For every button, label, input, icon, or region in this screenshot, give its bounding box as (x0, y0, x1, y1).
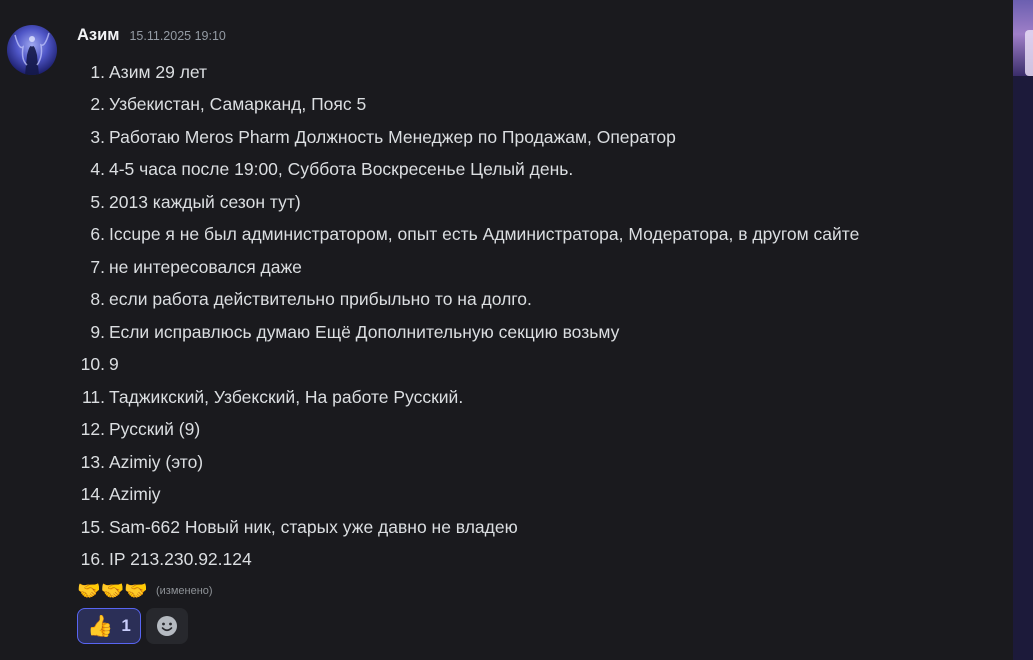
list-item-number: 14. (80, 484, 105, 505)
list-item-number: 5. (90, 191, 105, 212)
handshake-emojis: 🤝🤝🤝 (77, 580, 148, 602)
avatar-image (14, 32, 50, 75)
list-item-text: Азим 29 лет (109, 61, 208, 82)
list-item: 5. 2013 каждый сезон тут) (77, 186, 859, 219)
list-item: 16. IP 213.230.92.124 (77, 544, 859, 577)
list-item-text: Узбекистан, Самарканд, Пояс 5 (109, 94, 367, 115)
list-item-number: 10. (80, 354, 105, 375)
list-item-number: 13. (80, 451, 105, 472)
list-item: 14. Azimiy (77, 479, 859, 512)
list-item-text: если работа действительно прибыльно то н… (109, 289, 532, 310)
list-item-text: 2013 каждый сезон тут) (109, 191, 301, 212)
reaction-count: 1 (121, 616, 131, 635)
avatar[interactable] (7, 25, 57, 75)
list-item: 4. 4-5 часа после 19:00, Суббота Воскресе… (77, 154, 859, 187)
list-item: 6. Iccupe я не был администратором, опыт … (77, 219, 859, 252)
list-item-number: 3. (90, 126, 105, 147)
smile-face-icon (157, 616, 177, 636)
username[interactable]: Азим (77, 26, 119, 45)
list-item: 1. Азим 29 лет (77, 56, 859, 89)
list-item-number: 11. (81, 386, 105, 407)
message-header: Азим 15.11.2025 19:10 (77, 26, 226, 45)
list-item-text: Таджикский, Узбекский, На работе Русский… (109, 386, 464, 407)
list-item: 13. Azimiy (это) (77, 446, 859, 479)
list-item: 9. Если исправлюсь думаю Ещё Дополнительн… (77, 316, 859, 349)
list-item-text: Iccupe я не был администратором, опыт ес… (109, 224, 860, 245)
right-panel-image (1013, 0, 1033, 76)
list-item-text: Azimiy (109, 484, 161, 505)
list-item-text: Sam-662 Новый ник, старых уже давно не в… (109, 516, 518, 537)
right-panel-edge (1013, 0, 1033, 660)
list-item-number: 6. (90, 224, 105, 245)
message-footer: 🤝🤝🤝 (изменено) (77, 579, 213, 603)
message-timestamp[interactable]: 15.11.2025 19:10 (129, 29, 225, 43)
list-item-text: IP 213.230.92.124 (109, 549, 252, 570)
list-item-number: 7. (90, 256, 105, 277)
list-item-text: Работаю Meros Pharm Должность Менеджер п… (109, 126, 676, 147)
reaction-thumbs-up[interactable]: 👍 1 (77, 608, 141, 644)
list-item-text: 9 (109, 354, 119, 375)
thumbs-up-icon: 👍 (87, 614, 114, 638)
list-item-text: Русский (9) (109, 419, 201, 440)
list-item: 15. Sam-662 Новый ник, старых уже давно н… (77, 511, 859, 544)
edited-label[interactable]: (изменено) (156, 585, 213, 597)
list-item-number: 15. (80, 516, 105, 537)
add-reaction-button[interactable] (146, 608, 188, 644)
list-item-number: 4. (90, 159, 105, 180)
list-item-text: Azimiy (это) (109, 451, 204, 472)
list-item: 2. Узбекистан, Самарканд, Пояс 5 (77, 89, 859, 122)
chat-panel: Азим 15.11.2025 19:10 1. Азим 29 лет 2. Узб… (0, 0, 1013, 660)
list-item-number: 16. (80, 549, 105, 570)
list-item-text: Если исправлюсь думаю Ещё Дополнительную… (109, 321, 620, 342)
list-item-number: 12. (80, 419, 105, 440)
message-list: 1. Азим 29 лет 2. Узбекистан, Самарканд, По… (77, 56, 860, 577)
list-item: 10. 9 (77, 349, 859, 382)
list-item-text: 4-5 часа после 19:00, Суббота Воскресень… (109, 159, 574, 180)
list-item-number: 8. (90, 289, 105, 310)
list-item: 11. Таджикский, Узбекский, На работе Русс… (77, 381, 859, 414)
list-item-number: 2. (90, 94, 105, 115)
list-item-number: 1. (90, 61, 105, 82)
list-item: 12. Русский (9) (77, 414, 859, 447)
reactions-bar: 👍 1 (77, 608, 188, 644)
list-item: 7. не интересовался даже (77, 251, 859, 284)
list-item-text: не интересовался даже (109, 256, 302, 277)
list-item: 8. если работа действительно прибыльно то… (77, 284, 859, 317)
list-item: 3. Работаю Meros Pharm Должность Менеджер… (77, 121, 859, 154)
list-item-number: 9. (90, 321, 105, 342)
